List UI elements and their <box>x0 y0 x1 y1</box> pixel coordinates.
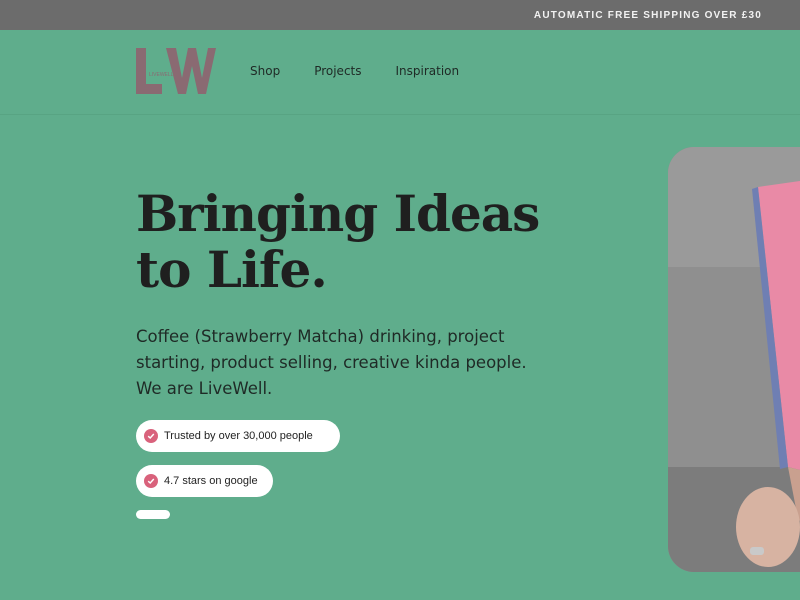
nav-item-inspiration[interactable]: Inspiration <box>396 64 460 78</box>
livewell-logo[interactable]: LIVEWELL <box>136 48 216 94</box>
hero-description: Coffee (Strawberry Matcha) drinking, pro… <box>136 324 556 402</box>
description-line-3: We are LiveWell. <box>136 379 273 398</box>
rating-badge-text: 4.7 stars on google <box>164 475 258 487</box>
carousel-indicator[interactable] <box>136 510 170 519</box>
nav-item-projects[interactable]: Projects <box>314 64 361 78</box>
description-line-1: Coffee (Strawberry Matcha) drinking, pro… <box>136 327 505 346</box>
announcement-bar: AUTOMATIC FREE SHIPPING OVER £30 <box>0 0 800 30</box>
description-line-2: starting, product selling, creative kind… <box>136 353 527 372</box>
rating-badge: 4.7 stars on google <box>136 465 273 497</box>
svg-text:LIVEWELL: LIVEWELL <box>149 72 174 78</box>
nav-item-shop[interactable]: Shop <box>250 64 280 78</box>
headline-line-2: to Life. <box>136 240 328 299</box>
hero-image <box>668 147 800 572</box>
trust-badge-text: Trusted by over 30,000 people <box>164 430 313 442</box>
hero-headline: Bringing Ideas to Life. <box>136 186 656 298</box>
headline-line-1: Bringing Ideas <box>136 184 540 243</box>
main-nav: Shop Projects Inspiration <box>250 64 493 78</box>
trust-badge: Trusted by over 30,000 people <box>136 420 340 452</box>
check-circle-icon <box>144 429 158 443</box>
check-circle-icon <box>144 474 158 488</box>
announcement-text: AUTOMATIC FREE SHIPPING OVER £30 <box>533 9 762 21</box>
site-header: LIVEWELL Shop Projects Inspiration <box>0 30 800 115</box>
